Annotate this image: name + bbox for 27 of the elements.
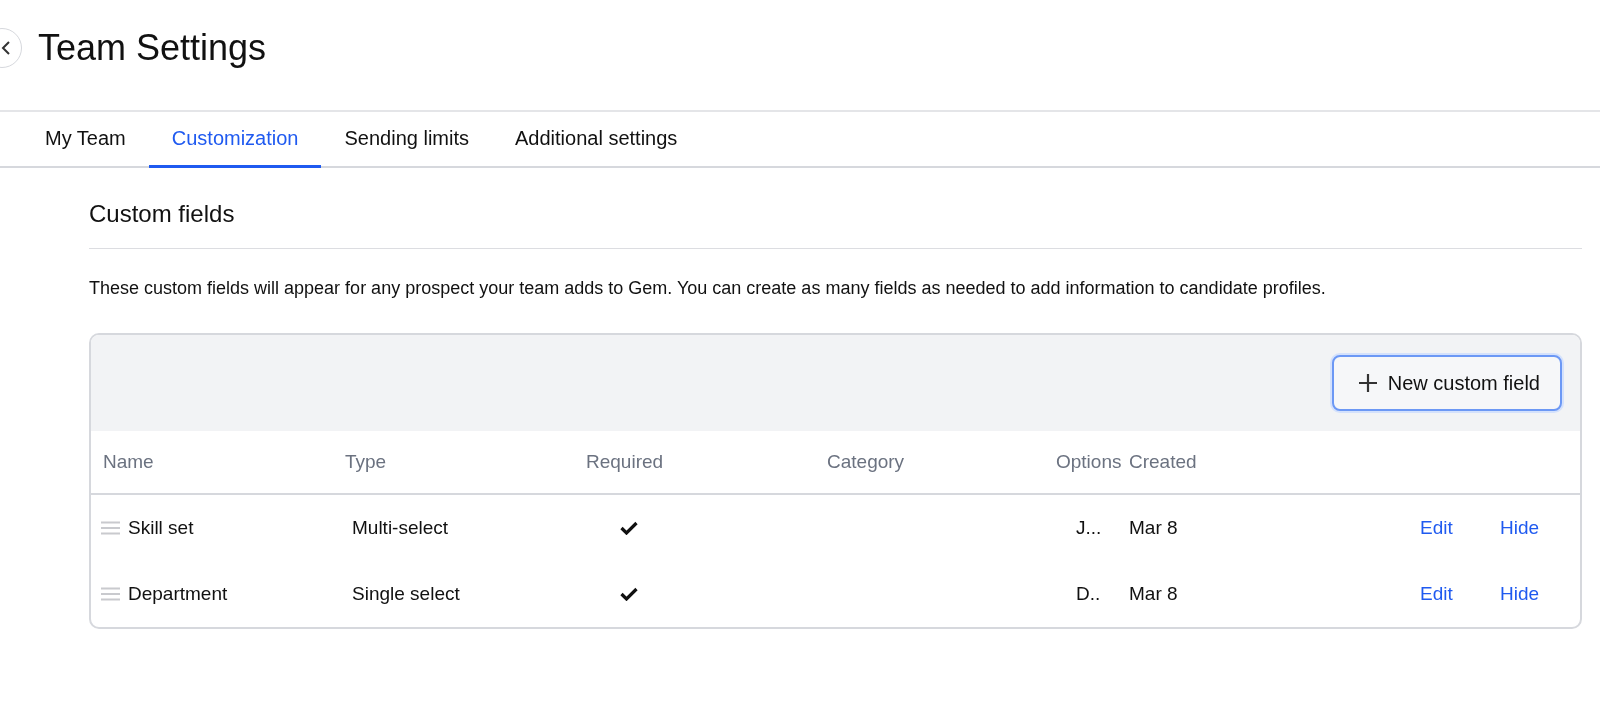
table-cell-text: Mar 8 — [1129, 582, 1179, 606]
plus-icon — [1357, 373, 1378, 393]
tab[interactable]: Sending limits — [321, 112, 492, 168]
section-heading: Custom fields — [89, 200, 1582, 249]
table-cell-text: Multi-select — [351, 516, 450, 540]
edit-link[interactable]: Edit — [1420, 583, 1453, 605]
column-header: Created — [1129, 431, 1420, 495]
tab[interactable]: My Team — [22, 112, 149, 168]
table-cell: Department — [128, 583, 228, 605]
column-header: Name — [91, 431, 333, 495]
hide-link[interactable]: Hide — [1500, 517, 1540, 539]
section-description: These custom fields will appear for any prospect your team adds to Gem. You can create as many fields as needed to add information to candidate profiles. — [89, 277, 1327, 300]
column-header: Type — [333, 431, 574, 495]
edit-link[interactable]: Edit — [1420, 517, 1453, 539]
new-custom-field-button[interactable]: New custom field — [1331, 355, 1562, 411]
tab[interactable]: Customization — [148, 112, 322, 168]
tab[interactable]: Additional settings — [492, 112, 701, 168]
table-cell-text: Mar 8 — [1129, 516, 1179, 540]
column-header: Category — [815, 431, 1056, 495]
hide-link[interactable]: Hide — [1500, 583, 1540, 605]
table-cell: Skill set — [128, 517, 194, 539]
page-title: Team Settings — [38, 27, 267, 69]
table-cell-text: Single select — [351, 582, 461, 606]
drag-handle-icon[interactable] — [101, 521, 120, 535]
chevron-left-icon — [1, 41, 11, 55]
column-header: Required — [574, 431, 815, 495]
drag-handle-icon[interactable] — [101, 587, 120, 601]
